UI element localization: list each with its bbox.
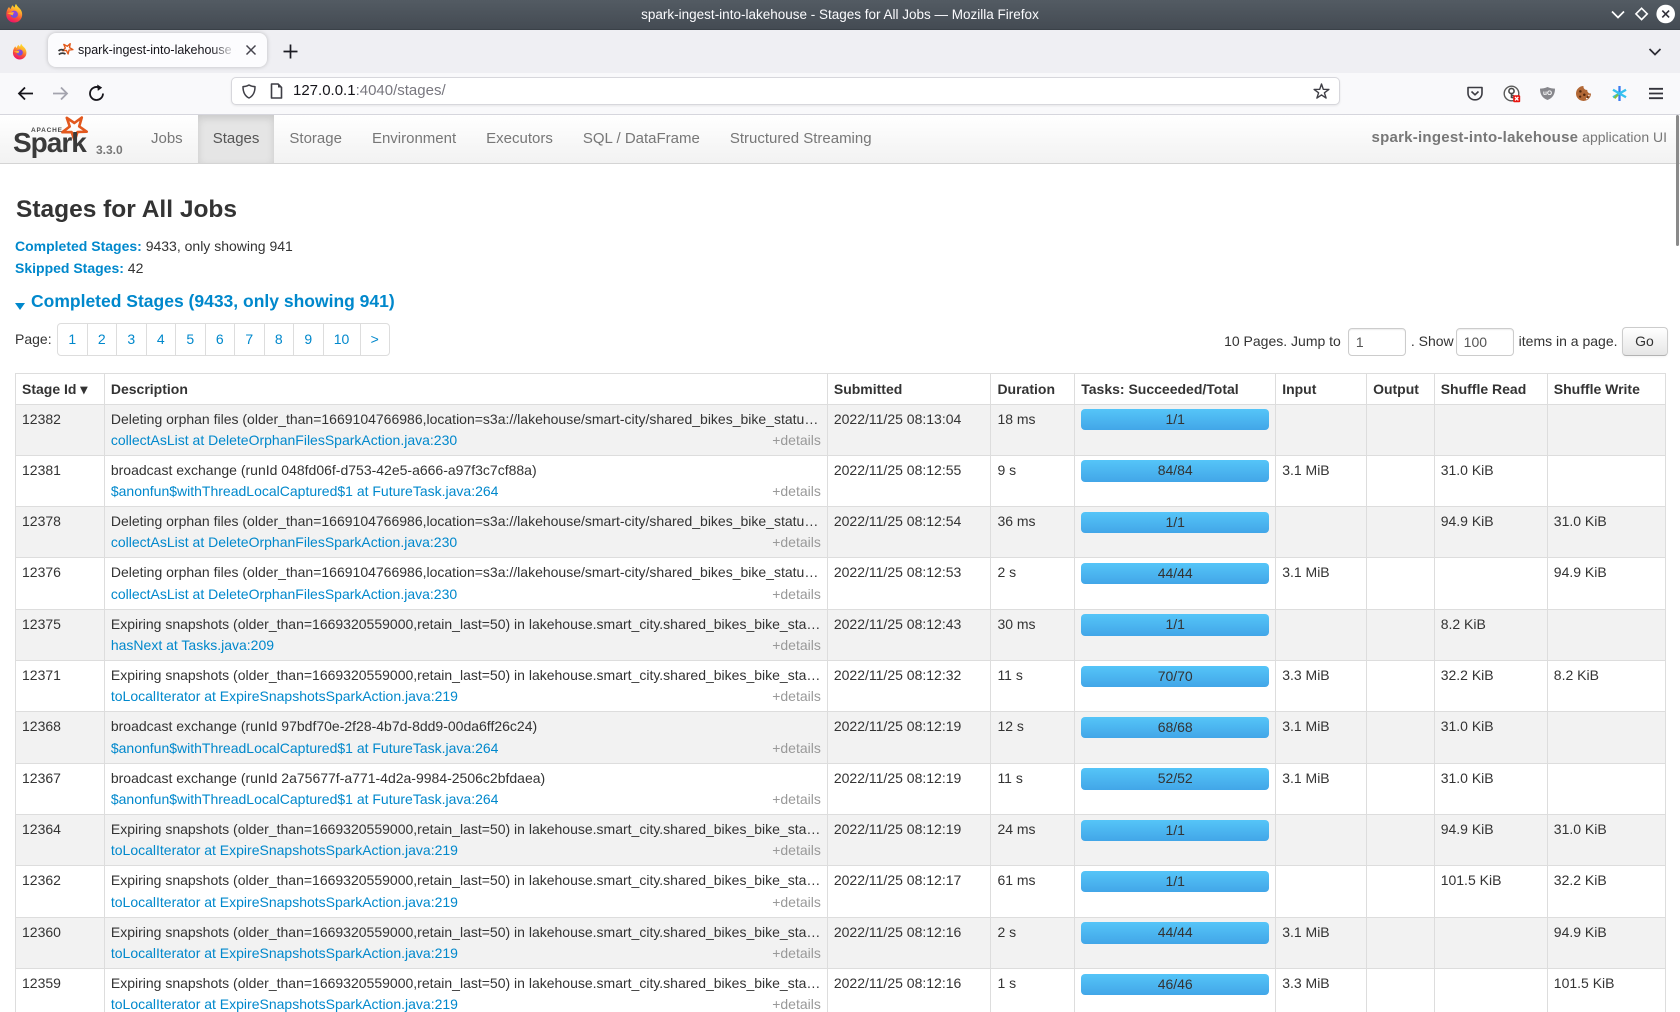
- svg-text:uO: uO: [1543, 90, 1552, 97]
